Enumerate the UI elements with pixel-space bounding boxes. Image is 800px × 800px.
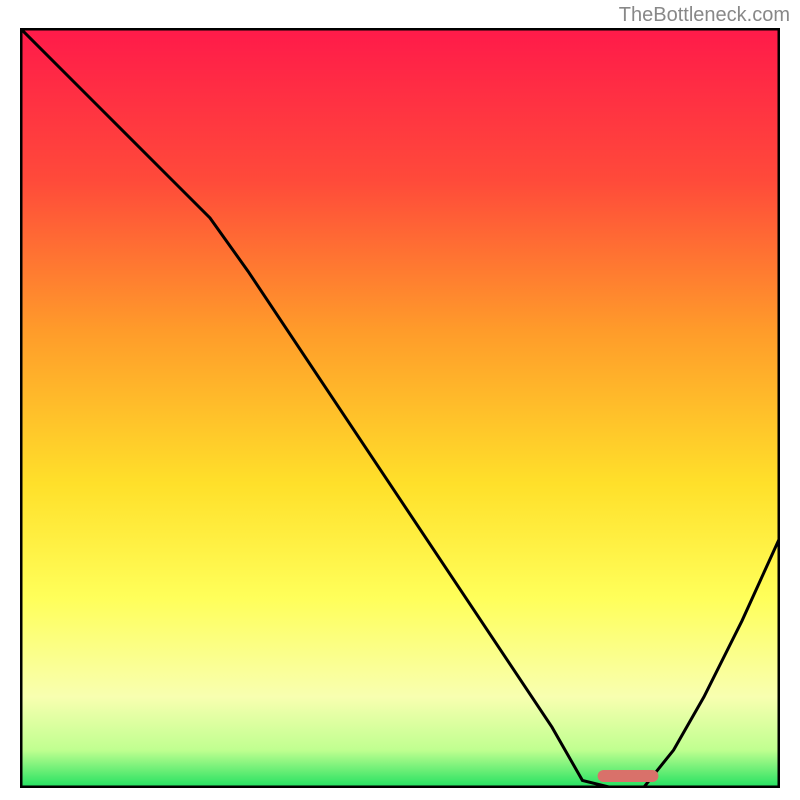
chart-svg xyxy=(20,28,780,788)
optimal-range-marker xyxy=(598,770,659,782)
watermark-text: TheBottleneck.com xyxy=(619,4,790,27)
bottleneck-chart xyxy=(20,28,780,788)
